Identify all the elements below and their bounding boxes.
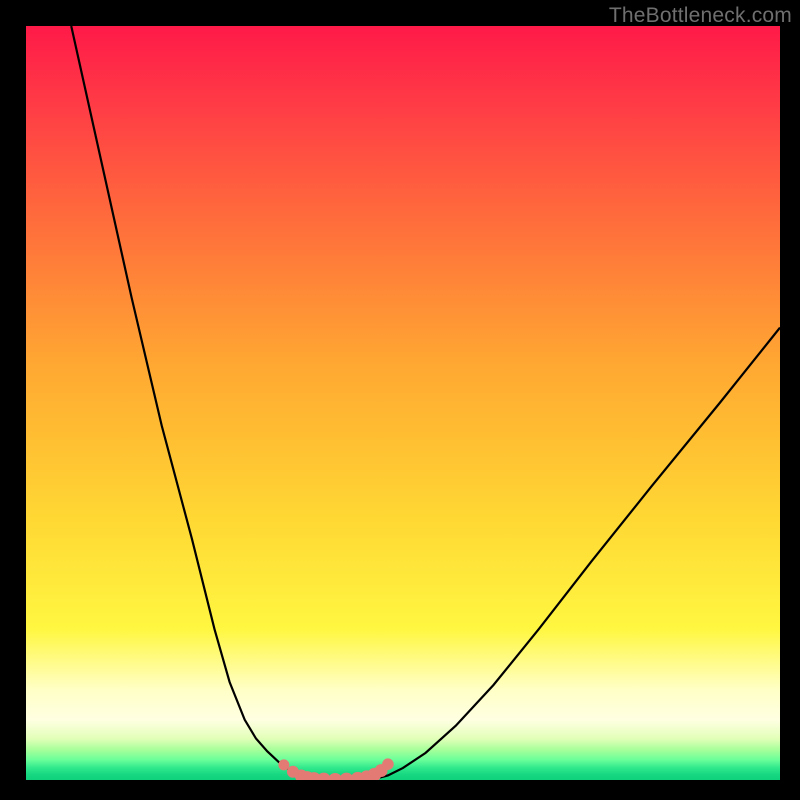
outer-frame: TheBottleneck.com <box>0 0 800 800</box>
curve-right <box>373 328 780 780</box>
marker-dot <box>382 758 394 770</box>
plot-area <box>26 26 780 780</box>
curve-left <box>71 26 312 779</box>
bottom-markers <box>278 758 393 780</box>
watermark-text: TheBottleneck.com <box>609 4 792 28</box>
curve-layer <box>26 26 780 780</box>
